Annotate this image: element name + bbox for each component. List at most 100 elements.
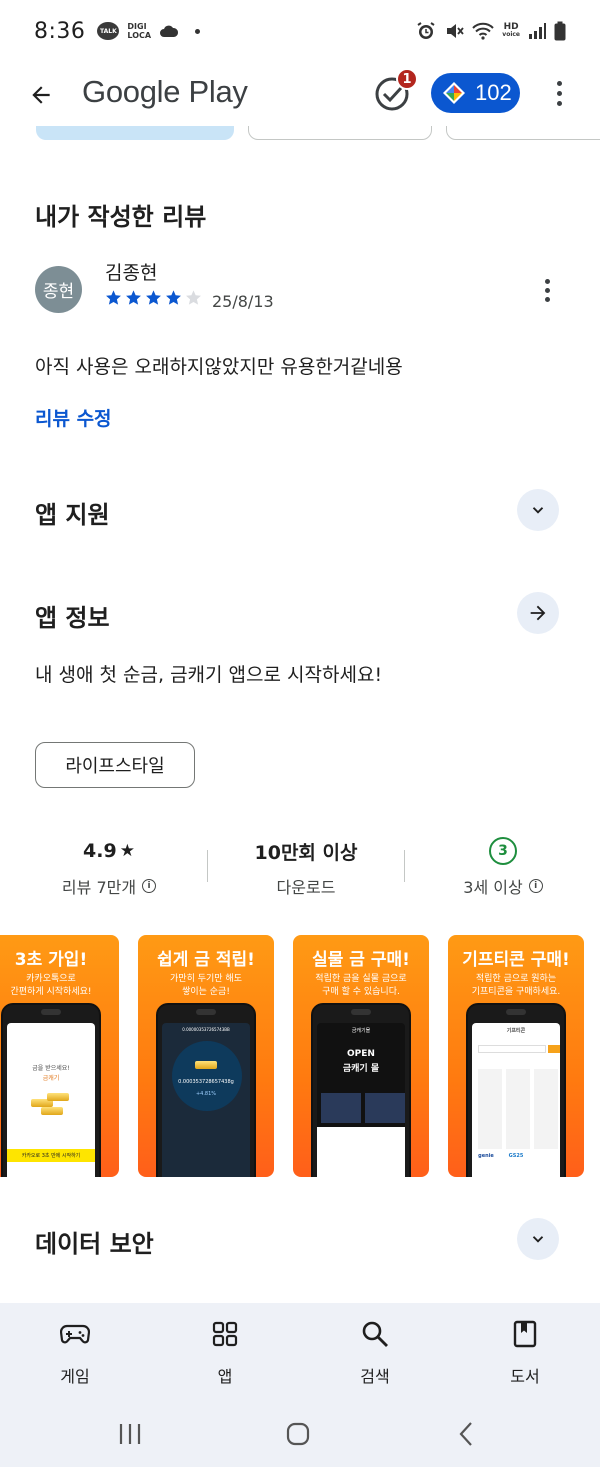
play-points-value: 102 [475,80,512,105]
screenshot-subtitle-line: 카카오톡으로 [26,974,76,984]
signal-icon [529,23,546,39]
clipped-chip[interactable] [446,126,600,140]
stat-downloads: 10만회 이상 다운로드 [206,836,406,898]
gold-bar-icon [47,1093,69,1101]
phone-notch [506,1009,526,1015]
wifi-icon [472,22,494,40]
more-dot-icon [556,80,562,86]
screenshot-signup[interactable]: 3초 가입! 카카오톡으로 간편하게 시작하세요! 금을 받으세요! 금캐기 카… [0,935,119,1177]
phone-notch [196,1009,216,1015]
product-list-area [317,1127,405,1177]
search-row [478,1045,546,1053]
nav-item-books[interactable]: 도서 [450,1303,600,1401]
screenshot-subtitle-line: 적립한 금을 실물 금으로 [315,974,407,984]
screenshot-subtitle-line: 기프티콘을 구매하세요. [471,987,561,997]
screenshot-accumulate[interactable]: 쉽게 금 적립! 가만히 두기만 해도 쌓이는 순금! 0.0000035372… [138,935,274,1177]
star-filled-icon [146,290,161,305]
alarm-icon [417,22,435,39]
nav-item-search[interactable]: 검색 [300,1303,450,1401]
edit-review-link[interactable]: 리뷰 수정 [35,404,112,431]
recent-apps-button[interactable] [115,1421,145,1447]
status-right-icons: HD voice [416,21,566,41]
home-button[interactable] [283,1421,313,1447]
phone-screen: 0.000003537265743BB 0.000353728657438g +… [162,1023,250,1177]
data-safety-expand-button[interactable] [517,1218,559,1260]
nav-label-search: 검색 [360,1367,390,1386]
downloads-value: 10만회 이상 [254,841,358,864]
status-left-icons: TALK DIGI LOCA [97,22,201,40]
status-time: 8:36 [34,18,86,44]
info-icon[interactable]: i [528,879,543,893]
phone-notch [41,1009,61,1015]
app-description: 내 생애 첫 순금, 금캐기 앱으로 시작하세요! [35,664,383,686]
cloud-icon [160,25,179,37]
age-label: 3세 이상 [463,878,523,897]
screen-text: 금을 받으세요! [32,1065,70,1072]
arrow-back-icon [32,86,50,104]
app-info-arrow-button[interactable] [517,592,559,634]
system-navigation-bar [0,1401,600,1467]
screen-text: 0.000353728657438g [178,1079,234,1085]
recent-apps-icon [119,1424,141,1444]
screenshot-subtitle-line: 적립한 금으로 원하는 [475,974,557,984]
screen-text: OPEN [347,1049,375,1059]
gold-bar-icon [195,1061,217,1069]
more-dot-icon [544,278,550,284]
phone-notch [351,1009,371,1015]
screen-text: 0.000003537265743BB [182,1027,230,1032]
category-chip[interactable]: 라이프스타일 [35,742,195,788]
back-button[interactable] [22,76,60,114]
info-icon[interactable]: i [142,879,157,893]
screenshot-title: 기프티콘 구매! [462,950,570,970]
my-review-title: 내가 작성한 리뷰 [35,203,207,231]
phone-mockup: 금을 받으세요! 금캐기 카카오로 3초 만에 시작하기 [1,1003,101,1177]
screenshot-subtitle-line: 구매 할 수 있습니다. [322,987,400,997]
star-empty-icon [186,290,201,305]
apps-grid-icon [210,1319,240,1349]
stat-age-bottom: 3세 이상 i [403,874,600,898]
screenshot-gifticon[interactable]: 기프티콘 구매! 적립한 금으로 원하는 기프티콘을 구매하세요. 기프티콘 g… [448,935,584,1177]
bottom-navigation: 게임 앱 검색 도서 [0,1303,600,1401]
clipped-chip[interactable] [248,126,432,140]
nav-item-games[interactable]: 게임 [0,1303,150,1401]
screen-text: 카카오로 3초 만에 시작하기 [7,1149,95,1162]
hd-voice-icon: HD voice [502,23,520,39]
clipped-chip-row [0,126,600,142]
app-support-expand-button[interactable] [517,489,559,531]
screenshot-subtitle: 적립한 금을 실물 금으로 구매 할 수 있습니다. [293,973,429,999]
data-safety-title[interactable]: 데이터 보안 [35,1224,154,1259]
system-back-button[interactable] [452,1421,482,1447]
back-chevron-icon [459,1422,472,1446]
gamepad-icon [60,1319,90,1349]
product-card [365,1093,405,1123]
search-icon [360,1319,390,1349]
more-dot-icon [556,90,562,96]
screenshot-subtitle-line: 쌓이는 순금! [182,987,230,997]
hd-label-1: HD [503,22,519,32]
gold-bar-icon [41,1107,63,1115]
downloads-label: 다운로드 [276,878,336,897]
home-icon [286,1422,310,1446]
screenshot-subtitle: 카카오톡으로 간편하게 시작하세요! [0,973,119,999]
stat-rating-top: 4.9 ★ [9,836,209,866]
clipped-chip[interactable] [36,126,234,140]
app-support-title[interactable]: 앱 지원 [35,495,110,530]
phone-mockup: 0.000003537265743BB 0.000353728657438g +… [156,1003,256,1177]
star-rating [105,289,202,306]
kakaotalk-icon: TALK [97,22,120,40]
screenshot-purchase[interactable]: 실물 금 구매! 적립한 금을 실물 금으로 구매 할 수 있습니다. 금캐기몰… [293,935,429,1177]
gold-circle [172,1041,242,1111]
play-points-button[interactable]: 102 [431,73,520,113]
nav-item-apps[interactable]: 앱 [150,1303,300,1401]
phone-screen: 금캐기몰 OPEN 금캐기 몰 [317,1023,405,1177]
search-row-button [548,1045,560,1053]
nav-label-apps: 앱 [217,1367,233,1386]
star-filled-icon [166,290,181,305]
more-options-button[interactable] [546,78,572,108]
stat-age-top: 3 [403,836,600,866]
review-options-button[interactable] [537,276,557,304]
review-date: 25/8/13 [212,292,274,311]
reviews-count: 리뷰 7만개 [61,878,137,897]
app-info-title[interactable]: 앱 정보 [35,598,110,633]
product-card [321,1093,361,1123]
